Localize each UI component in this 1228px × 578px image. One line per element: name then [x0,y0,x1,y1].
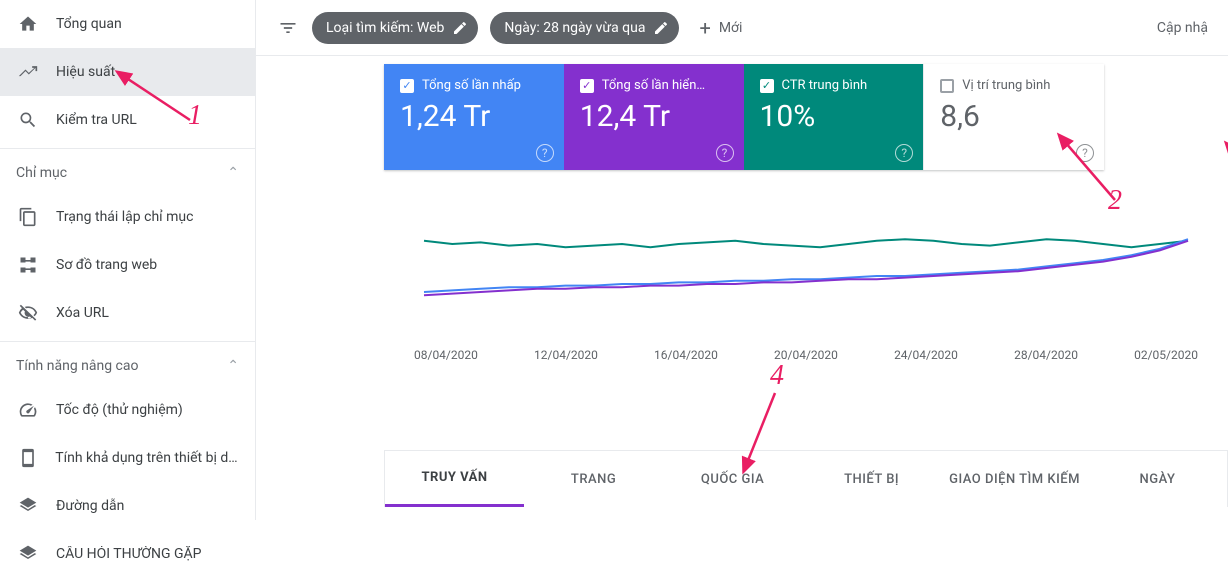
divider [0,148,255,149]
sidebar: Tổng quan Hiệu suất Kiểm tra URL Chỉ mục… [0,0,256,520]
chevron-up-icon: ⌃ [227,165,239,181]
help-icon[interactable]: ? [716,144,734,162]
card-value: 12,4 Tr [580,99,728,134]
filter-chip-search-type[interactable]: Loại tìm kiếm: Web [312,12,478,44]
card-label: Vị trí trung bình [962,78,1050,93]
filter-icon[interactable] [276,16,300,40]
document-icon [16,205,40,229]
card-avg-position[interactable]: Vị trí trung bình 8,6 ? [923,64,1104,170]
sidebar-item-url-inspect[interactable]: Kiểm tra URL [0,96,255,144]
add-filter-label: Mới [719,20,743,36]
card-total-impressions[interactable]: Tổng số lần hiển… 12,4 Tr ? [564,64,744,170]
sidebar-item-label: Sơ đồ trang web [56,257,157,273]
sidebar-item-overview[interactable]: Tổng quan [0,0,255,48]
checkbox-icon [580,79,594,93]
x-tick: 20/04/2020 [774,348,838,362]
last-updated-text: Cập nhậ [1157,20,1208,36]
chart-x-axis: 08/04/2020 12/04/2020 16/04/2020 20/04/2020… [384,348,1228,362]
chip-label: Loại tìm kiếm: Web [326,20,444,36]
sidebar-item-sitemaps[interactable]: Sơ đồ trang web [0,241,255,289]
card-avg-ctr[interactable]: CTR trung bình 10% ? [744,64,924,170]
tab-devices[interactable]: THIẾT BỊ [802,451,941,507]
sidebar-item-label: Tính khả dụng trên thiết bị di … [55,450,239,466]
metric-cards: Tổng số lần nhấp 1,24 Tr ? Tổng số lần h… [384,64,1104,170]
sidebar-group-enhancements[interactable]: Tính năng nâng cao ⌃ [0,346,255,386]
tab-dates[interactable]: NGÀY [1088,451,1227,507]
filter-bar: Loại tìm kiếm: Web Ngày: 28 ngày vừa qua… [256,0,1228,56]
card-label: CTR trung bình [782,78,868,93]
sidebar-item-label: Tổng quan [56,16,122,32]
card-total-clicks[interactable]: Tổng số lần nhấp 1,24 Tr ? [384,64,564,170]
sidebar-item-label: Xóa URL [56,305,109,321]
tab-search-appearance[interactable]: GIAO DIỆN TÌM KIẾM [941,451,1088,507]
x-tick: 12/04/2020 [534,348,598,362]
x-tick: 02/05/2020 [1134,348,1198,362]
layers-icon [16,494,40,518]
x-tick: 24/04/2020 [894,348,958,362]
checkbox-icon [400,79,414,93]
divider [0,341,255,342]
sidebar-group-label: Chỉ mục [16,165,67,181]
mobile-icon [16,446,39,470]
sidebar-item-breadcrumbs[interactable]: Đường dẫn [0,482,255,530]
card-value: 10% [760,99,908,134]
sidebar-item-label: Tốc độ (thử nghiệm) [56,402,183,418]
card-label: Tổng số lần nhấp [422,78,521,93]
home-icon [16,12,40,36]
card-label: Tổng số lần hiển… [602,78,705,93]
sidebar-group-index[interactable]: Chỉ mục ⌃ [0,153,255,193]
chart-line-icon [16,60,40,84]
sidebar-item-label: Trạng thái lập chỉ mục [56,209,193,225]
tab-queries[interactable]: TRUY VẤN [385,451,524,507]
sidebar-item-speed[interactable]: Tốc độ (thử nghiệm) [0,386,255,434]
add-filter-button[interactable]: + Mới [699,16,742,40]
chevron-up-icon: ⌃ [227,358,239,374]
x-tick: 16/04/2020 [654,348,718,362]
card-value: 1,24 Tr [400,99,548,134]
dimension-tabs: TRUY VẤN TRANG QUỐC GIA THIẾT BỊ GIAO DI… [385,451,1227,507]
layers-icon [16,542,40,566]
search-icon [16,108,40,132]
plus-icon: + [699,16,710,40]
chip-label: Ngày: 28 ngày vừa qua [504,20,645,36]
filter-chip-date[interactable]: Ngày: 28 ngày vừa qua [490,12,679,44]
sidebar-item-mobile[interactable]: Tính khả dụng trên thiết bị di … [0,434,255,482]
sidebar-item-performance[interactable]: Hiệu suất [0,48,255,96]
help-icon[interactable]: ? [1076,144,1094,162]
x-tick: 28/04/2020 [1014,348,1078,362]
sidebar-item-faq[interactable]: CÂU HỎI THƯỜNG GẶP [0,530,255,578]
tabs-container: TRUY VẤN TRANG QUỐC GIA THIẾT BỊ GIAO DI… [384,450,1228,507]
visibility-off-icon [16,301,40,325]
sidebar-item-label: CÂU HỎI THƯỜNG GẶP [56,546,202,562]
sidebar-item-label: Kiểm tra URL [56,112,137,128]
sitemap-icon [16,253,40,277]
help-icon[interactable]: ? [536,144,554,162]
checkbox-icon [940,79,954,93]
x-tick: 08/04/2020 [414,348,478,362]
sidebar-item-coverage[interactable]: Trạng thái lập chỉ mục [0,193,255,241]
sidebar-item-removals[interactable]: Xóa URL [0,289,255,337]
help-icon[interactable]: ? [895,144,913,162]
sidebar-item-label: Đường dẫn [56,498,124,514]
checkbox-icon [760,79,774,93]
sidebar-item-label: Hiệu suất [56,64,115,80]
performance-chart: 08/04/2020 12/04/2020 16/04/2020 20/04/2020… [384,180,1228,420]
pencil-icon [452,20,468,36]
tab-countries[interactable]: QUỐC GIA [663,451,802,507]
main-content: Loại tìm kiếm: Web Ngày: 28 ngày vừa qua… [256,0,1228,520]
card-value: 8,6 [940,99,1088,134]
sidebar-group-label: Tính năng nâng cao [16,358,139,374]
speed-icon [16,398,40,422]
pencil-icon [653,20,669,36]
chart-svg [384,180,1228,340]
tab-pages[interactable]: TRANG [524,451,663,507]
